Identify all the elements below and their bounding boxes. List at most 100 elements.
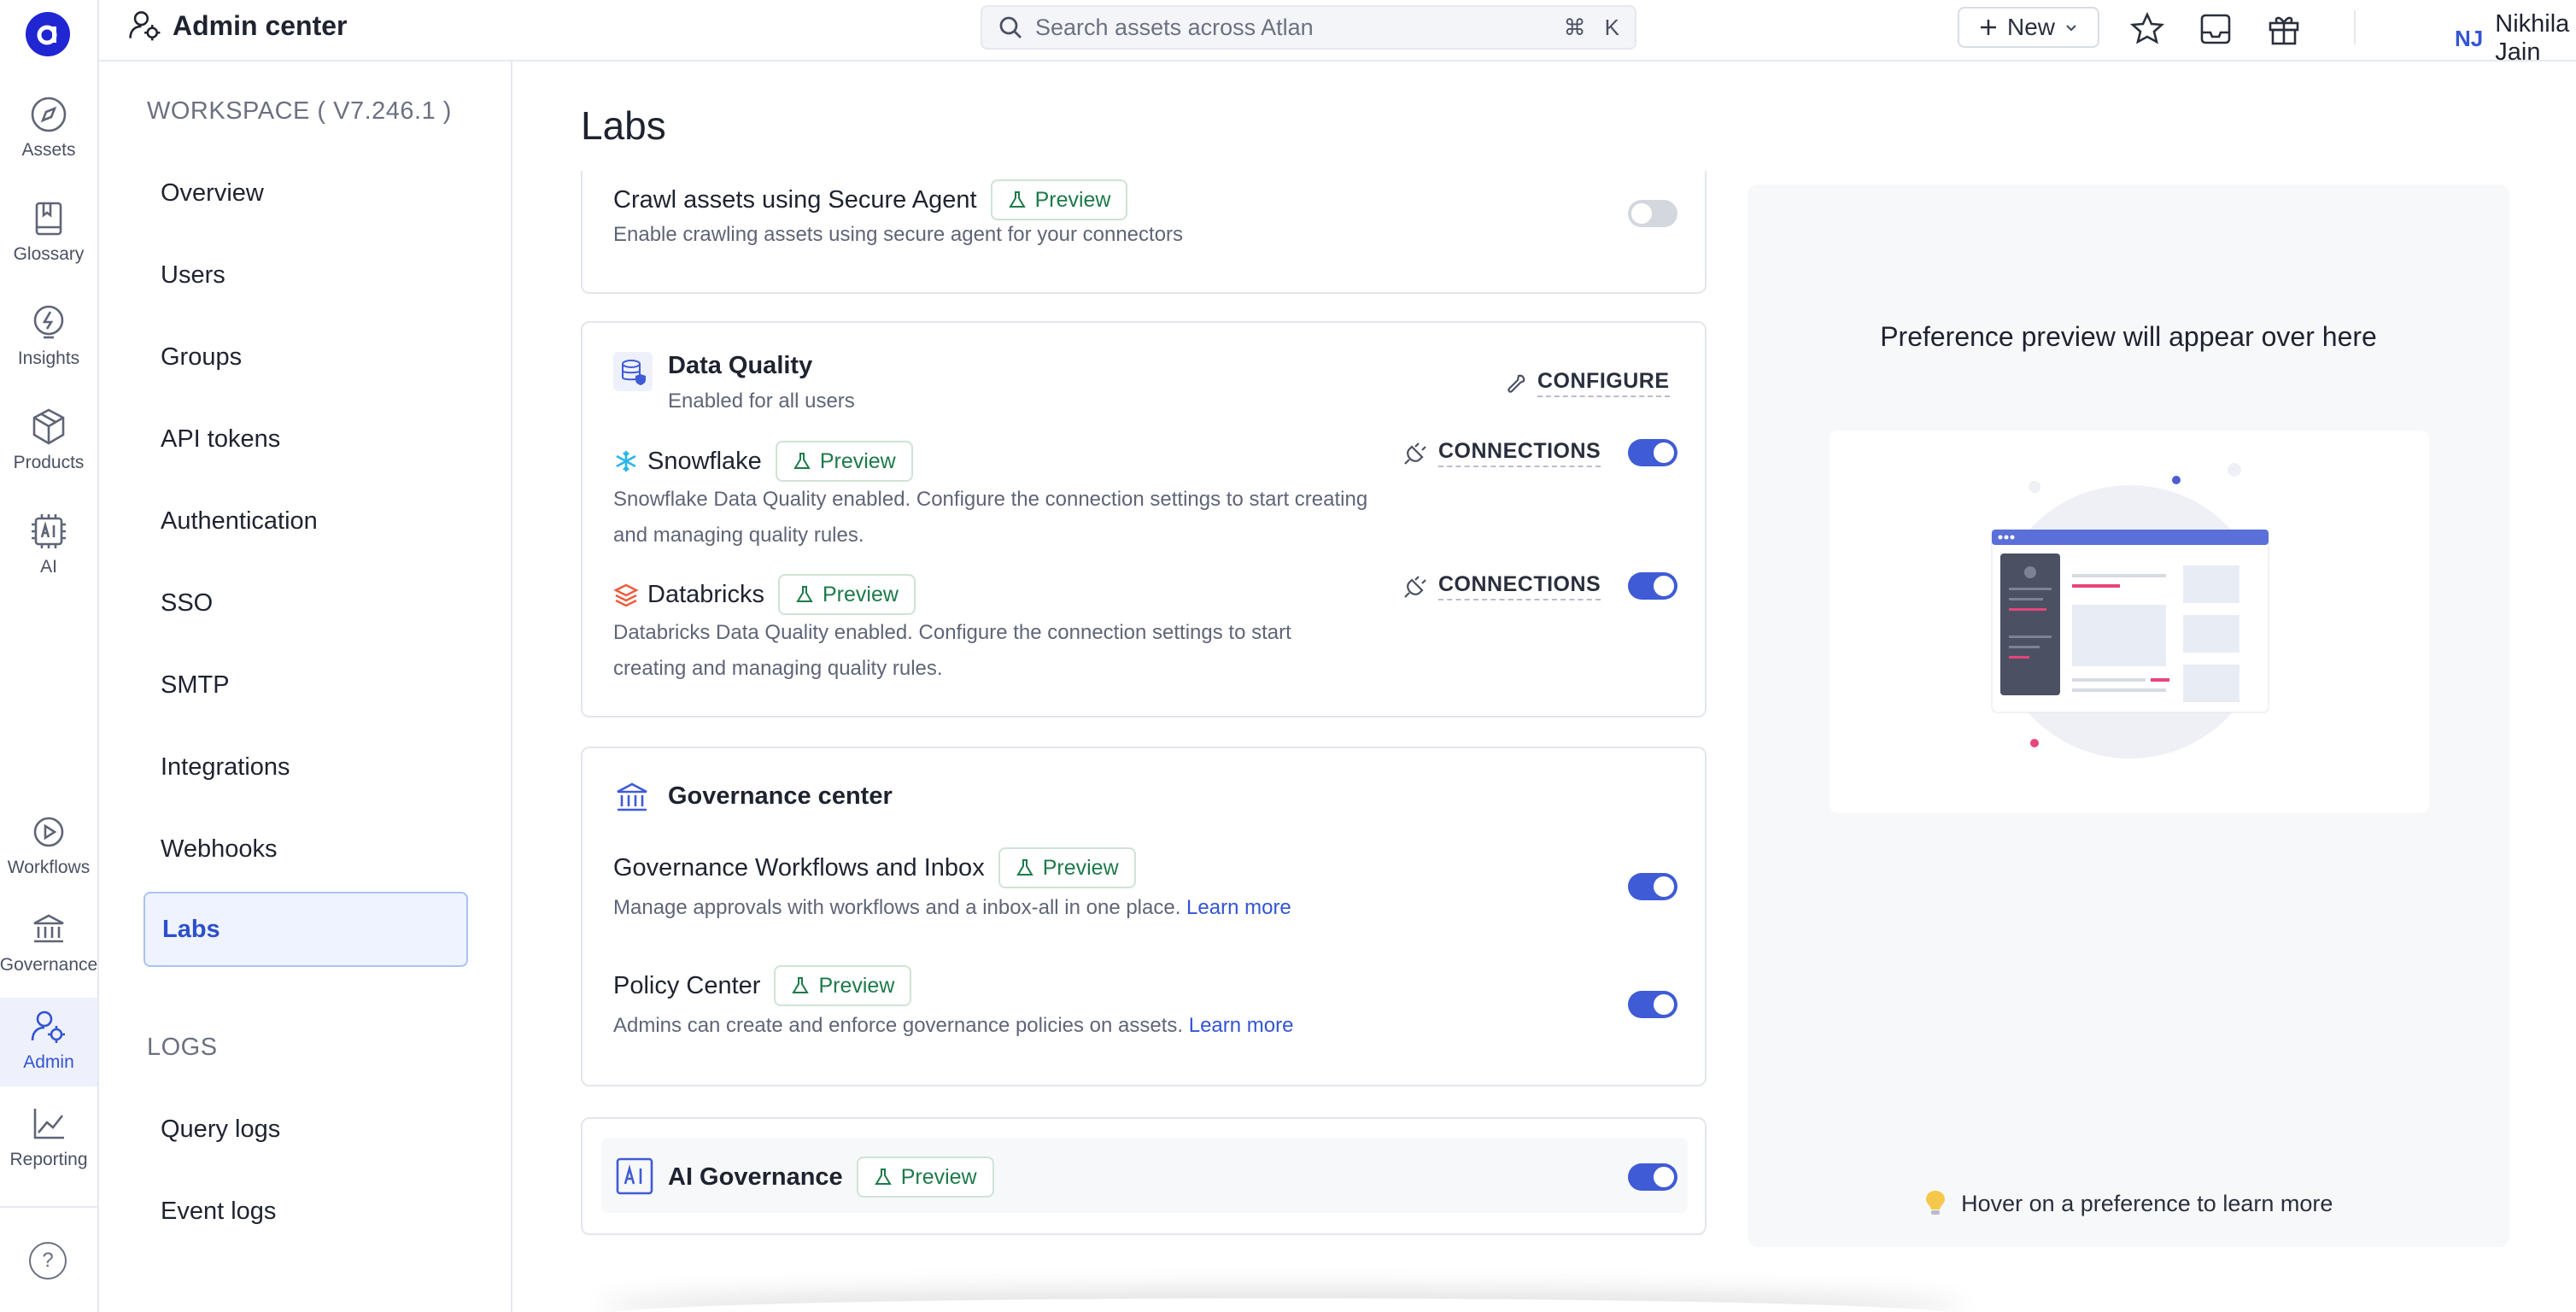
rail-item-workflows[interactable]: Workflows — [0, 811, 97, 904]
preview-badge-label: Preview — [819, 448, 896, 473]
preview-badge-label: Preview — [1042, 855, 1119, 880]
learn-more-link[interactable]: Learn more — [1189, 1014, 1294, 1037]
rail-label: Insights — [17, 348, 80, 368]
user-menu[interactable]: NJ Nikhila Jain — [2455, 10, 2576, 67]
flask-icon — [1008, 191, 1026, 208]
star-icon[interactable] — [2128, 10, 2166, 48]
chevron-down-icon — [2066, 25, 2076, 32]
secure-agent-desc: Enable crawling assets using secure agen… — [613, 223, 1184, 246]
nav-item-authentication[interactable]: Authentication — [143, 483, 468, 559]
page-title: Labs — [581, 103, 666, 148]
nav-item-labs[interactable]: Labs — [143, 892, 468, 967]
top-bar: Admin center Search assets across Atlan … — [99, 0, 2576, 66]
nav-item-groups[interactable]: Groups — [143, 319, 468, 395]
rail-item-glossary[interactable]: Glossary — [0, 198, 97, 290]
gov-workflows-toggle[interactable] — [1628, 873, 1677, 900]
rail-item-ai[interactable]: AI — [0, 511, 97, 603]
preview-badge: Preview — [775, 441, 913, 482]
preview-badge-label: Preview — [1034, 187, 1111, 212]
global-search[interactable]: Search assets across Atlan ⌘ K — [981, 5, 1636, 50]
policy-center-desc: Admins can create and enforce governance… — [613, 1014, 1184, 1037]
flask-icon — [1016, 859, 1033, 876]
preview-badge-label: Preview — [823, 582, 899, 606]
rail-label: Governance — [0, 955, 98, 975]
secure-agent-card: Crawl assets using Secure Agent Preview … — [581, 171, 1707, 294]
preview-panel: Preference preview will appear over here — [1748, 184, 2509, 1247]
ai-chip-icon — [616, 1157, 653, 1195]
scroll-shadow — [598, 1298, 1964, 1312]
topbar-divider — [2354, 10, 2356, 44]
new-button[interactable]: New — [1958, 7, 2099, 48]
plug-icon — [1404, 575, 1426, 598]
nav-item-query-logs[interactable]: Query logs — [143, 1092, 468, 1167]
preview-hint: Hover on a preference to learn more — [1748, 1189, 2509, 1217]
databricks-toggle[interactable] — [1628, 572, 1677, 600]
databricks-icon — [613, 583, 639, 607]
snowflake-toggle[interactable] — [1628, 439, 1677, 466]
governance-title: Governance center — [668, 782, 893, 810]
policy-center-desc-row: Admins can create and enforce governance… — [613, 1008, 1293, 1044]
rail-label: Admin — [23, 1052, 74, 1072]
preview-badge: Preview — [998, 847, 1136, 888]
shortcut-cmd: ⌘ — [1563, 14, 1586, 40]
databricks-connections-button[interactable]: CONNECTIONS — [1402, 572, 1601, 600]
icon-rail: Assets Glossary Insights Products AI Wor… — [0, 0, 99, 1312]
policy-center-toggle[interactable] — [1628, 991, 1677, 1018]
snowflake-connections-button[interactable]: CONNECTIONS — [1402, 439, 1601, 467]
rail-item-products[interactable]: Products — [0, 407, 97, 499]
bank-icon — [617, 782, 647, 811]
rail-item-assets[interactable]: Assets — [0, 94, 97, 186]
connections-label: CONNECTIONS — [1438, 572, 1601, 600]
search-input[interactable]: Search assets across Atlan — [1035, 15, 1545, 41]
plus-icon — [1980, 20, 1996, 35]
gift-icon[interactable] — [2265, 10, 2303, 48]
user-gear-icon — [31, 1010, 65, 1043]
snowflake-desc-line: Snowflake Data Quality enabled. Configur… — [613, 488, 1368, 511]
configure-button[interactable]: CONFIGURE — [1505, 369, 1670, 397]
databricks-desc-line: creating and managing quality rules. — [613, 657, 943, 680]
rail-label: Products — [13, 453, 85, 472]
flask-icon — [793, 453, 811, 469]
rail-label: AI — [40, 557, 57, 577]
rail-label: Workflows — [7, 858, 91, 877]
ai-chip-icon — [32, 514, 66, 548]
connections-label: CONNECTIONS — [1438, 439, 1601, 467]
policy-center-title: Policy Center — [613, 971, 761, 999]
inbox-icon[interactable] — [2197, 10, 2234, 48]
flask-icon — [874, 1168, 892, 1185]
line-chart-icon — [33, 1109, 64, 1139]
secure-agent-toggle[interactable] — [1628, 200, 1677, 227]
snowflake-row: Snowflake Preview — [613, 441, 913, 482]
play-circle-icon — [33, 817, 64, 847]
ai-governance-title: AI Governance — [668, 1163, 843, 1191]
rail-divider — [0, 1206, 97, 1208]
learn-more-link[interactable]: Learn more — [1186, 896, 1291, 919]
search-icon — [999, 16, 1022, 38]
nav-item-event-logs[interactable]: Event logs — [143, 1174, 468, 1249]
rail-item-admin[interactable]: Admin — [0, 998, 97, 1086]
rail-item-insights[interactable]: Insights — [0, 302, 97, 395]
preview-badge-label: Preview — [818, 973, 895, 998]
nav-item-users[interactable]: Users — [143, 237, 468, 313]
rail-label: Assets — [21, 140, 76, 160]
nav-item-smtp[interactable]: SMTP — [143, 647, 468, 723]
nav-item-sso[interactable]: SSO — [143, 565, 468, 641]
gov-workflows-desc-row: Manage approvals with workflows and a in… — [613, 890, 1291, 926]
ai-governance-toggle[interactable] — [1628, 1163, 1677, 1191]
nav-item-overview[interactable]: Overview — [143, 155, 468, 231]
policy-center-row: Policy Center Preview — [613, 965, 912, 1006]
snowflake-icon — [616, 451, 636, 472]
cube-icon — [32, 408, 65, 445]
nav-item-api-tokens[interactable]: API tokens — [143, 401, 468, 477]
preview-badge-label: Preview — [900, 1164, 977, 1189]
rail-item-governance[interactable]: Governance — [0, 909, 97, 1001]
databricks-row: Databricks Preview — [613, 574, 916, 615]
nav-item-webhooks[interactable]: Webhooks — [143, 811, 468, 887]
wrench-icon — [1508, 374, 1525, 393]
atlan-logo-icon[interactable] — [26, 12, 70, 56]
nav-item-integrations[interactable]: Integrations — [143, 729, 468, 805]
rail-item-reporting[interactable]: Reporting — [0, 1104, 97, 1196]
help-icon[interactable]: ? — [29, 1242, 67, 1280]
app-title: Admin center — [126, 7, 347, 44]
new-button-label: New — [2006, 14, 2055, 40]
